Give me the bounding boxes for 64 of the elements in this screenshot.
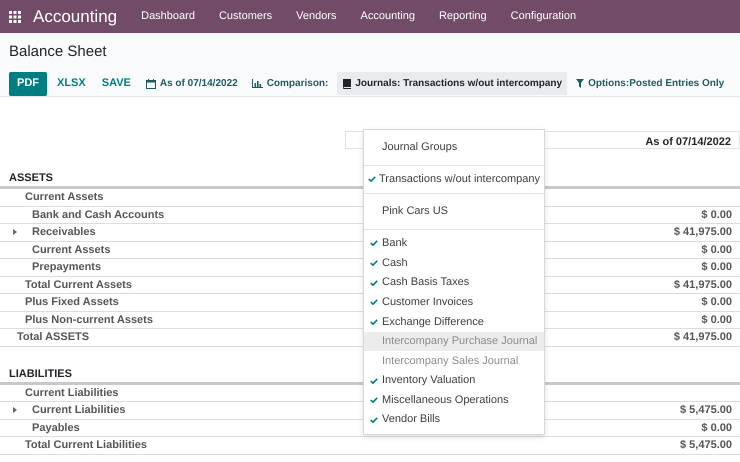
filter-icon: [576, 79, 584, 88]
export-button[interactable]: SAVE: [96, 72, 137, 96]
check-icon: [370, 299, 378, 306]
comparison-filter-button[interactable]: Comparison:: [246, 72, 334, 95]
nav-menu-item[interactable]: Customers: [218, 8, 272, 25]
journal-option[interactable]: Cash Basis Taxes: [364, 272, 544, 292]
nav-menu-item[interactable]: Reporting: [438, 8, 487, 25]
amount-value: $ 0.00: [701, 420, 732, 436]
amount-value: $ 0.00: [701, 242, 732, 258]
line-label: Plus Fixed Assets: [25, 295, 119, 310]
check-icon: [370, 260, 378, 266]
amount-value: $ 41,975.00: [674, 330, 732, 345]
nav-menu-item[interactable]: Dashboard: [141, 8, 195, 25]
app-title[interactable]: Accounting: [33, 4, 118, 30]
line-label: Total Current Liabilities: [25, 438, 148, 453]
line-label[interactable]: Current Liabilities: [32, 402, 126, 418]
check-icon: [368, 176, 376, 182]
check-icon: [370, 318, 378, 325]
book-icon: [342, 78, 352, 88]
amount-value: $ 5,475.00: [680, 403, 732, 418]
line-label: Current Assets: [25, 190, 104, 205]
amount-value: $ 41,975.00: [674, 225, 732, 240]
date-filter-button[interactable]: As of 07/14/2022: [140, 72, 243, 95]
expand-caret-icon[interactable]: [13, 407, 17, 414]
journal-option[interactable]: Customer Invoices: [364, 292, 544, 312]
journal-option[interactable]: Exchange Difference: [364, 312, 544, 332]
journal-option[interactable]: Miscellaneous Operations: [364, 390, 544, 410]
expand-caret-icon[interactable]: [13, 229, 17, 236]
amount-value: $ 0.00: [701, 312, 732, 328]
check-icon: [370, 240, 378, 246]
check-icon: [370, 378, 378, 384]
apps-menu-icon[interactable]: [9, 10, 21, 22]
journal-option[interactable]: Vendor Bills: [364, 410, 544, 430]
amount-value: $ 0.00: [701, 295, 732, 310]
amount-value: $ 41,975.00: [674, 278, 732, 292]
line-label: Payables: [32, 420, 80, 436]
amount-value: $ 5,475.00: [680, 438, 732, 453]
check-icon: [370, 280, 378, 286]
bar-chart-icon: [252, 79, 263, 88]
line-label: Current Assets: [32, 242, 110, 258]
page-title: Balance Sheet: [9, 42, 108, 62]
nav-menu-item[interactable]: Accounting: [360, 8, 415, 25]
journal-option[interactable]: Transactions w/out intercompany: [364, 170, 544, 190]
line-label: Bank and Cash Accounts: [32, 208, 164, 222]
amount-value: $ 0.00: [701, 208, 732, 222]
journal-option[interactable]: Bank: [364, 234, 544, 254]
calendar-icon: [146, 78, 156, 88]
journal-option[interactable]: Cash: [364, 253, 544, 273]
journals-filter-button[interactable]: Journals: Transactions w/out intercompany: [337, 72, 568, 95]
line-label: Plus Non-current Assets: [25, 312, 153, 328]
options-filter-button[interactable]: Options:Posted Entries Only: [571, 72, 730, 95]
line-label: Prepayments: [32, 260, 102, 275]
amount-value: $ 0.00: [701, 260, 732, 275]
line-label: Current Liabilities: [25, 386, 119, 400]
menu-group-header: Pink Cars US: [381, 204, 450, 220]
line-label: Total ASSETS: [17, 330, 90, 345]
nav-menu-item[interactable]: Vendors: [296, 8, 337, 25]
line-label: Total Current Assets: [25, 278, 132, 292]
line-label[interactable]: Receivables: [32, 224, 96, 240]
print-button[interactable]: PDF: [9, 72, 47, 96]
nav-menu-item[interactable]: Configuration: [510, 8, 576, 25]
check-icon: [370, 397, 378, 404]
export-button[interactable]: XLSX: [51, 72, 92, 96]
check-icon: [370, 416, 378, 423]
